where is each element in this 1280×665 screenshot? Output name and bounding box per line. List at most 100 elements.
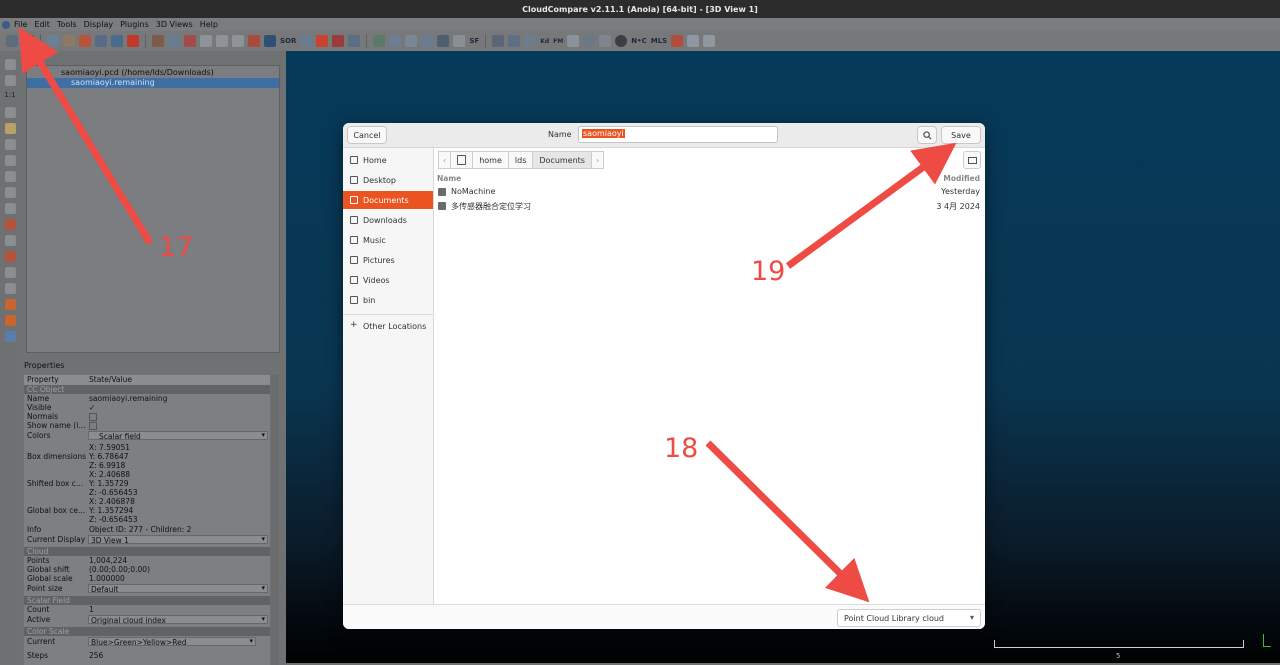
bottom-view-icon[interactable] — [4, 283, 16, 294]
plugin-icon[interactable] — [567, 35, 580, 47]
sf-label[interactable]: SF — [469, 37, 479, 45]
label-icon[interactable] — [332, 35, 345, 47]
zoom-1to1-icon[interactable]: 1:1 — [4, 91, 15, 102]
normals-icon[interactable] — [232, 35, 244, 47]
mls-label[interactable]: MLS — [651, 37, 667, 45]
plugin-icon[interactable] — [703, 35, 716, 47]
crosshair-icon[interactable] — [4, 107, 16, 118]
cancel-button[interactable]: Cancel — [347, 126, 387, 144]
measure-icon[interactable] — [348, 35, 361, 47]
sidebar-item-other-locations[interactable]: + Other Locations — [343, 317, 433, 335]
back-view-icon[interactable] — [4, 251, 16, 262]
render-icon[interactable] — [492, 35, 505, 47]
point-pick-icon[interactable] — [316, 35, 329, 47]
sidebar-item-music[interactable]: Music — [343, 231, 433, 249]
camera-icon[interactable] — [4, 75, 16, 86]
tree-item-root[interactable]: saomiaoyi.pcd (/home/lds/Downloads) — [27, 68, 279, 78]
left-view-icon[interactable] — [4, 235, 16, 246]
plugin-icon[interactable] — [671, 35, 684, 47]
prop-row-colors[interactable]: Colors Scalar field — [24, 431, 270, 441]
view-icon[interactable] — [4, 59, 16, 70]
sf-arith-icon[interactable] — [421, 35, 434, 47]
noise-icon[interactable] — [264, 35, 276, 47]
front-view-icon[interactable] — [4, 219, 16, 230]
delete-icon[interactable] — [127, 35, 139, 47]
menu-3d-views[interactable]: 3D Views — [156, 20, 193, 29]
plugin-icon[interactable] — [599, 35, 612, 47]
iso-view-icon[interactable] — [4, 299, 16, 310]
sf-gradient-icon[interactable] — [389, 35, 402, 47]
sf-filter-icon[interactable] — [405, 35, 418, 47]
menu-plugins[interactable]: Plugins — [120, 20, 149, 29]
sidebar-item-pictures[interactable]: Pictures — [343, 251, 433, 269]
merge-icon[interactable] — [63, 35, 75, 47]
path-home-icon-button[interactable] — [450, 151, 474, 169]
sidebar-item-downloads[interactable]: Downloads — [343, 211, 433, 229]
path-crumb-lds[interactable]: lds — [507, 151, 534, 169]
properties-scrollbar[interactable] — [271, 375, 279, 665]
sidebar-item-documents[interactable]: Documents — [343, 191, 433, 209]
column-modified[interactable]: Modified — [943, 174, 980, 183]
open-icon[interactable] — [6, 35, 18, 47]
file-type-filter[interactable]: Point Cloud Library cloud — [837, 609, 981, 627]
right-view-icon[interactable] — [4, 267, 16, 278]
active-sf-dropdown[interactable]: Original cloud index — [88, 615, 268, 625]
ortho-icon[interactable] — [4, 155, 16, 166]
zoom-icon[interactable] — [4, 187, 16, 198]
search-button[interactable] — [917, 126, 937, 144]
iso-view-2-icon[interactable] — [4, 315, 16, 326]
menu-file[interactable]: File — [14, 20, 27, 29]
new-folder-button[interactable] — [963, 151, 981, 169]
tree-item-selected[interactable]: saomiaoyi.remaining — [27, 78, 279, 88]
perspective-icon[interactable] — [4, 139, 16, 150]
show-name-checkbox[interactable] — [89, 422, 97, 430]
cross-section-icon[interactable] — [248, 35, 260, 47]
translate-rotate-icon[interactable] — [47, 35, 59, 47]
clone-icon[interactable] — [111, 35, 123, 47]
remove-sf-icon[interactable] — [453, 35, 466, 47]
menu-tools[interactable]: Tools — [57, 20, 77, 29]
histogram-icon[interactable] — [373, 35, 386, 47]
prop-row-point-size[interactable]: Point size Default — [24, 584, 270, 594]
display-icon[interactable] — [508, 35, 521, 47]
colors-dropdown[interactable]: Scalar field — [88, 431, 268, 441]
point-size-dropdown[interactable]: Default — [88, 584, 268, 594]
prop-row-current-display[interactable]: Current Display 3D View 1 — [24, 535, 270, 545]
column-name[interactable]: Name — [437, 174, 461, 183]
nc-label[interactable]: N•C — [631, 37, 646, 45]
sidebar-item-bin[interactable]: bin — [343, 291, 433, 309]
center-icon[interactable] — [4, 171, 16, 182]
sphere-icon[interactable] — [615, 35, 628, 47]
camera-icon[interactable] — [524, 35, 537, 47]
menu-display[interactable]: Display — [84, 20, 114, 29]
menu-edit[interactable]: Edit — [34, 20, 50, 29]
filename-input[interactable]: saomiaoyi — [578, 126, 778, 143]
normals-checkbox[interactable] — [89, 413, 97, 421]
color-scale-dropdown[interactable]: Blue>Green>Yellow>Red — [88, 637, 256, 647]
add-sf-icon[interactable] — [437, 35, 450, 47]
top-view-icon[interactable] — [4, 203, 16, 214]
path-crumb-documents[interactable]: Documents — [532, 151, 592, 169]
segment-icon[interactable] — [95, 35, 107, 47]
registration-icon[interactable] — [152, 35, 164, 47]
path-crumb-home[interactable]: home — [472, 151, 509, 169]
save-icon[interactable] — [22, 35, 34, 47]
stereo-icon[interactable] — [4, 331, 16, 342]
path-forward-button[interactable]: › — [590, 151, 605, 169]
pivot-icon[interactable] — [4, 123, 16, 134]
save-button[interactable]: Save — [941, 126, 981, 144]
sidebar-item-home[interactable]: Home — [343, 151, 433, 169]
current-display-dropdown[interactable]: 3D View 1 — [88, 535, 268, 545]
sidebar-item-videos[interactable]: Videos — [343, 271, 433, 289]
kd-label[interactable]: Kd — [540, 38, 549, 45]
prop-row-active[interactable]: Active Original cloud index — [24, 615, 270, 625]
shift-icon[interactable] — [300, 35, 313, 47]
sor-label[interactable]: SOR — [280, 37, 296, 45]
fm-label[interactable]: FM — [553, 38, 563, 45]
compute-icon[interactable] — [200, 35, 212, 47]
mesh-icon[interactable] — [216, 35, 228, 47]
visible-checkbox[interactable]: ✓ — [89, 403, 95, 412]
plugin-icon[interactable] — [583, 35, 596, 47]
menu-help[interactable]: Help — [200, 20, 218, 29]
file-row[interactable]: 多传感器融合定位学习 3 4月 2024 — [434, 200, 985, 214]
